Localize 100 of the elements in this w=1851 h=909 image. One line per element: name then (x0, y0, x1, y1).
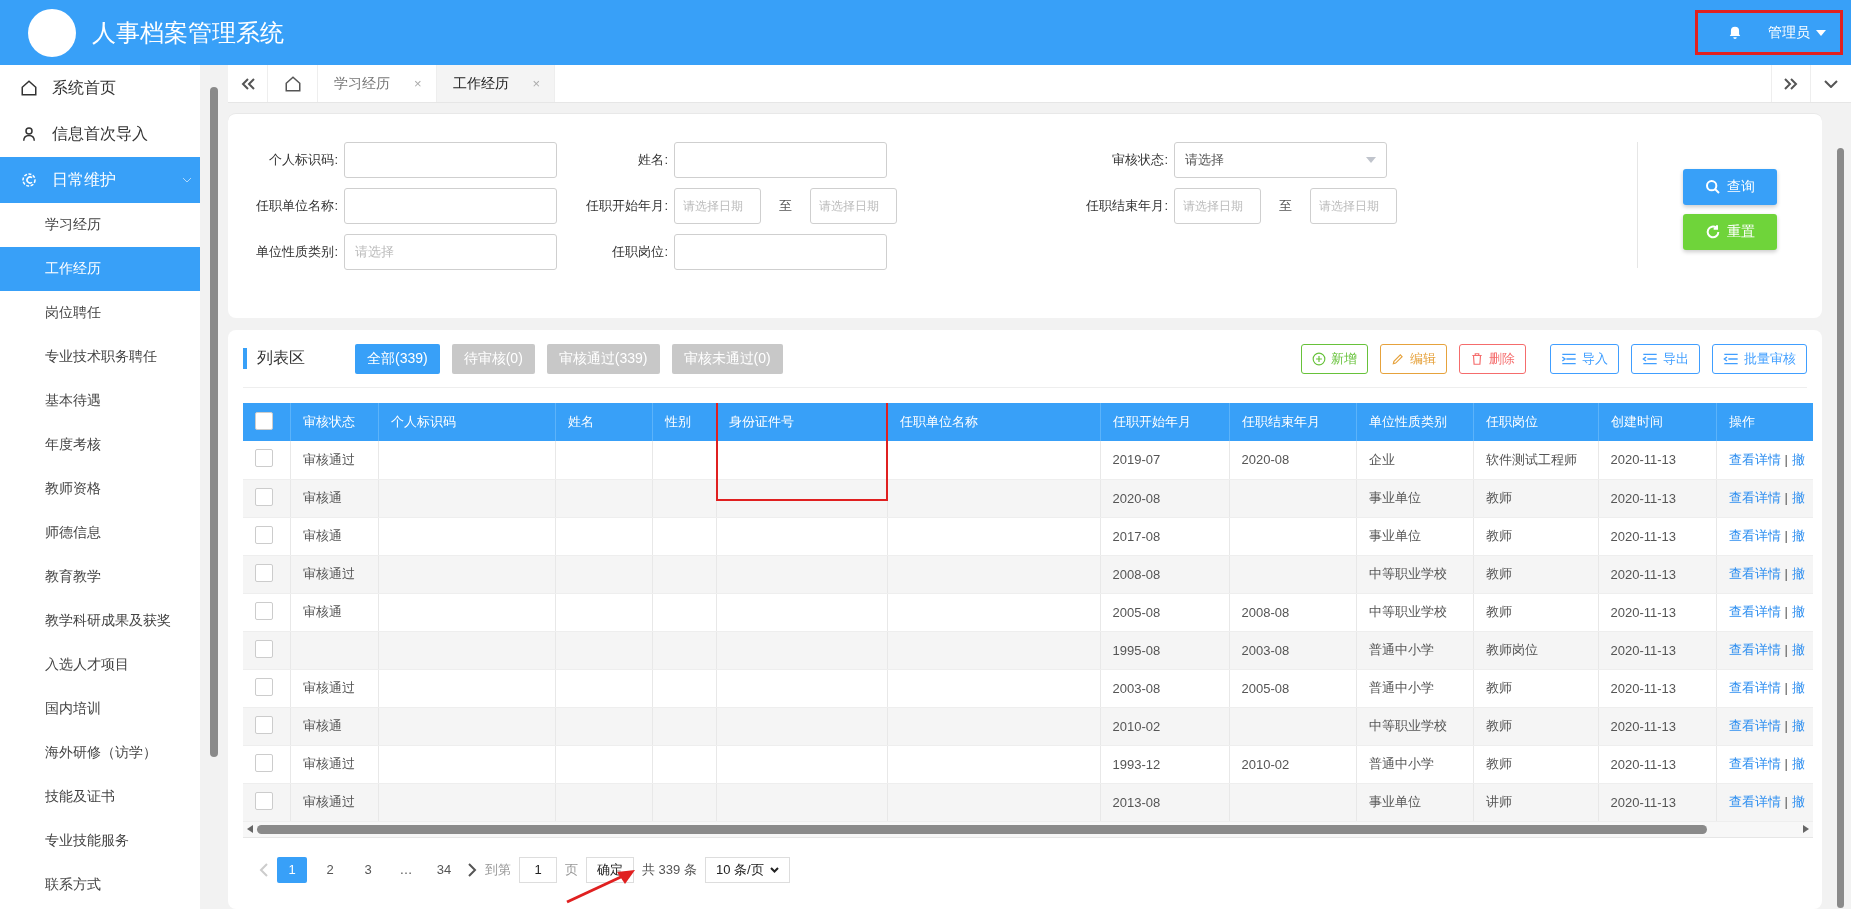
page-number[interactable]: … (391, 856, 421, 883)
sidebar-subitem[interactable]: 师德信息 (0, 511, 200, 555)
batch-button[interactable]: 批量审核 (1712, 343, 1807, 374)
date-field[interactable]: 请选择日期 (1174, 188, 1261, 224)
view-details-link[interactable]: 查看详情 (1728, 680, 1781, 695)
row-checkbox[interactable] (255, 449, 273, 468)
table-cell: 教师 (1473, 707, 1598, 745)
date-field[interactable]: 请选择日期 (674, 188, 761, 224)
revoke-link[interactable]: 撤 (1791, 566, 1805, 581)
revoke-link[interactable]: 撤 (1791, 528, 1805, 543)
page-input[interactable]: 1 (519, 856, 557, 883)
scrollbar-thumb[interactable] (210, 87, 218, 757)
date-field[interactable]: 请选择日期 (1310, 188, 1397, 224)
view-details-link[interactable]: 查看详情 (1728, 566, 1781, 581)
table-cell: 企业 (1356, 441, 1473, 479)
input-field[interactable] (674, 234, 887, 270)
column-header: 创建时间 (1598, 403, 1716, 441)
input-field[interactable] (344, 188, 557, 224)
column-header: 任职单位名称 (887, 403, 1100, 441)
row-checkbox[interactable] (255, 753, 273, 772)
sidebar-subitem[interactable]: 海外研修（访学） (0, 731, 200, 775)
page-number[interactable]: 34 (429, 856, 459, 883)
sidebar-subitem[interactable]: 岗位聘任 (0, 291, 200, 335)
sidebar-subitem[interactable]: 学习经历 (0, 203, 200, 247)
close-icon[interactable]: × (414, 76, 422, 91)
sidebar-subitem[interactable]: 国内培训 (0, 687, 200, 731)
sidebar-subitem[interactable]: 专业技能服务 (0, 819, 200, 863)
revoke-link[interactable]: 撤 (1791, 642, 1805, 657)
sidebar-subitem[interactable]: 教学科研成果及获奖 (0, 599, 200, 643)
previous-page-icon[interactable] (259, 862, 269, 877)
revoke-link[interactable]: 撤 (1791, 451, 1805, 467)
sidebar-subitem[interactable]: 技能及证书 (0, 775, 200, 819)
row-checkbox[interactable] (255, 601, 273, 620)
sidebar-item[interactable]: 信息首次导入 (0, 111, 200, 157)
revoke-link[interactable]: 撤 (1791, 794, 1805, 809)
row-checkbox[interactable] (255, 715, 273, 734)
row-checkbox[interactable] (255, 639, 273, 658)
page-number[interactable]: 3 (353, 856, 383, 883)
sidebar-subitem[interactable]: 教师资格 (0, 467, 200, 511)
close-icon[interactable]: × (532, 76, 541, 91)
select-field[interactable]: 请选择 (1174, 142, 1387, 178)
filter-tab[interactable]: 全部(339) (355, 343, 440, 374)
table-cell: 教师岗位 (1473, 631, 1598, 669)
select-all-checkbox[interactable] (255, 411, 273, 430)
expand-icon[interactable] (1771, 65, 1811, 102)
sidebar-subitem[interactable]: 入选人才项目 (0, 643, 200, 687)
add-button[interactable]: 新增 (1301, 343, 1368, 374)
row-checkbox[interactable] (255, 563, 273, 582)
scrollbar-thumb[interactable] (257, 824, 1707, 834)
page-number[interactable]: 2 (315, 856, 345, 883)
user-menu[interactable]: 管理员 (1695, 10, 1843, 55)
sidebar-item[interactable]: 日常维护 (0, 157, 200, 203)
revoke-link[interactable]: 撤 (1791, 756, 1805, 771)
view-details-link[interactable]: 查看详情 (1728, 490, 1781, 505)
revoke-link[interactable]: 撤 (1791, 680, 1805, 695)
revoke-link[interactable]: 撤 (1791, 718, 1805, 733)
page-tab[interactable]: 工作经历 × (436, 65, 556, 102)
page-size-select[interactable]: 10 条/页 (704, 856, 790, 883)
sidebar-item[interactable]: 系统首页 (0, 65, 200, 111)
sidebar-subitem[interactable]: 专业技术职务聘任 (0, 335, 200, 379)
sidebar-subitem[interactable]: 教育教学 (0, 555, 200, 599)
view-details-link[interactable]: 查看详情 (1728, 451, 1781, 467)
sidebar-subitem[interactable]: 年度考核 (0, 423, 200, 467)
input-field[interactable] (344, 142, 557, 178)
input-field[interactable]: 请选择 (344, 234, 557, 270)
user-name: 管理员 (1768, 23, 1810, 42)
bell-icon[interactable] (1728, 25, 1742, 40)
field-label: 审核状态: (1111, 151, 1168, 169)
view-details-link[interactable]: 查看详情 (1728, 756, 1781, 771)
sidebar-subitem[interactable]: 基本待遇 (0, 379, 200, 423)
view-details-link[interactable]: 查看详情 (1728, 528, 1781, 543)
search-button[interactable]: 查询 (1683, 169, 1777, 205)
edit-button[interactable]: 编辑 (1380, 343, 1447, 374)
view-details-link[interactable]: 查看详情 (1728, 718, 1781, 733)
table-cell: 审核通 (290, 479, 378, 517)
view-details-link[interactable]: 查看详情 (1728, 604, 1781, 619)
view-details-link[interactable]: 查看详情 (1728, 794, 1781, 809)
scroll-left-icon[interactable] (247, 825, 253, 833)
column-header: 单位性质类别 (1356, 403, 1473, 441)
date-field[interactable]: 请选择日期 (810, 188, 897, 224)
page-number[interactable]: 1 (277, 856, 307, 883)
export-button[interactable]: 导出 (1631, 343, 1700, 374)
sidebar-subitem[interactable]: 工作经历 (0, 247, 200, 291)
row-checkbox[interactable] (255, 525, 273, 544)
sidebar-subitem[interactable]: 联系方式 (0, 863, 200, 907)
separator: | (1784, 642, 1788, 657)
view-details-link[interactable]: 查看详情 (1728, 642, 1781, 657)
next-page-icon[interactable] (467, 862, 477, 877)
row-checkbox[interactable] (255, 677, 273, 696)
delete-button[interactable]: 删除 (1459, 343, 1526, 374)
row-checkbox[interactable] (255, 791, 273, 810)
revoke-link[interactable]: 撤 (1791, 604, 1805, 619)
reset-button[interactable]: 重置 (1683, 214, 1777, 250)
scrollbar-thumb[interactable] (1837, 148, 1844, 908)
input-field[interactable] (674, 142, 887, 178)
field-label: 任职岗位: (611, 243, 668, 261)
import-button[interactable]: 导入 (1550, 343, 1619, 374)
row-checkbox[interactable] (255, 487, 273, 506)
scroll-right-icon[interactable] (1803, 825, 1809, 833)
revoke-link[interactable]: 撤 (1791, 490, 1805, 505)
